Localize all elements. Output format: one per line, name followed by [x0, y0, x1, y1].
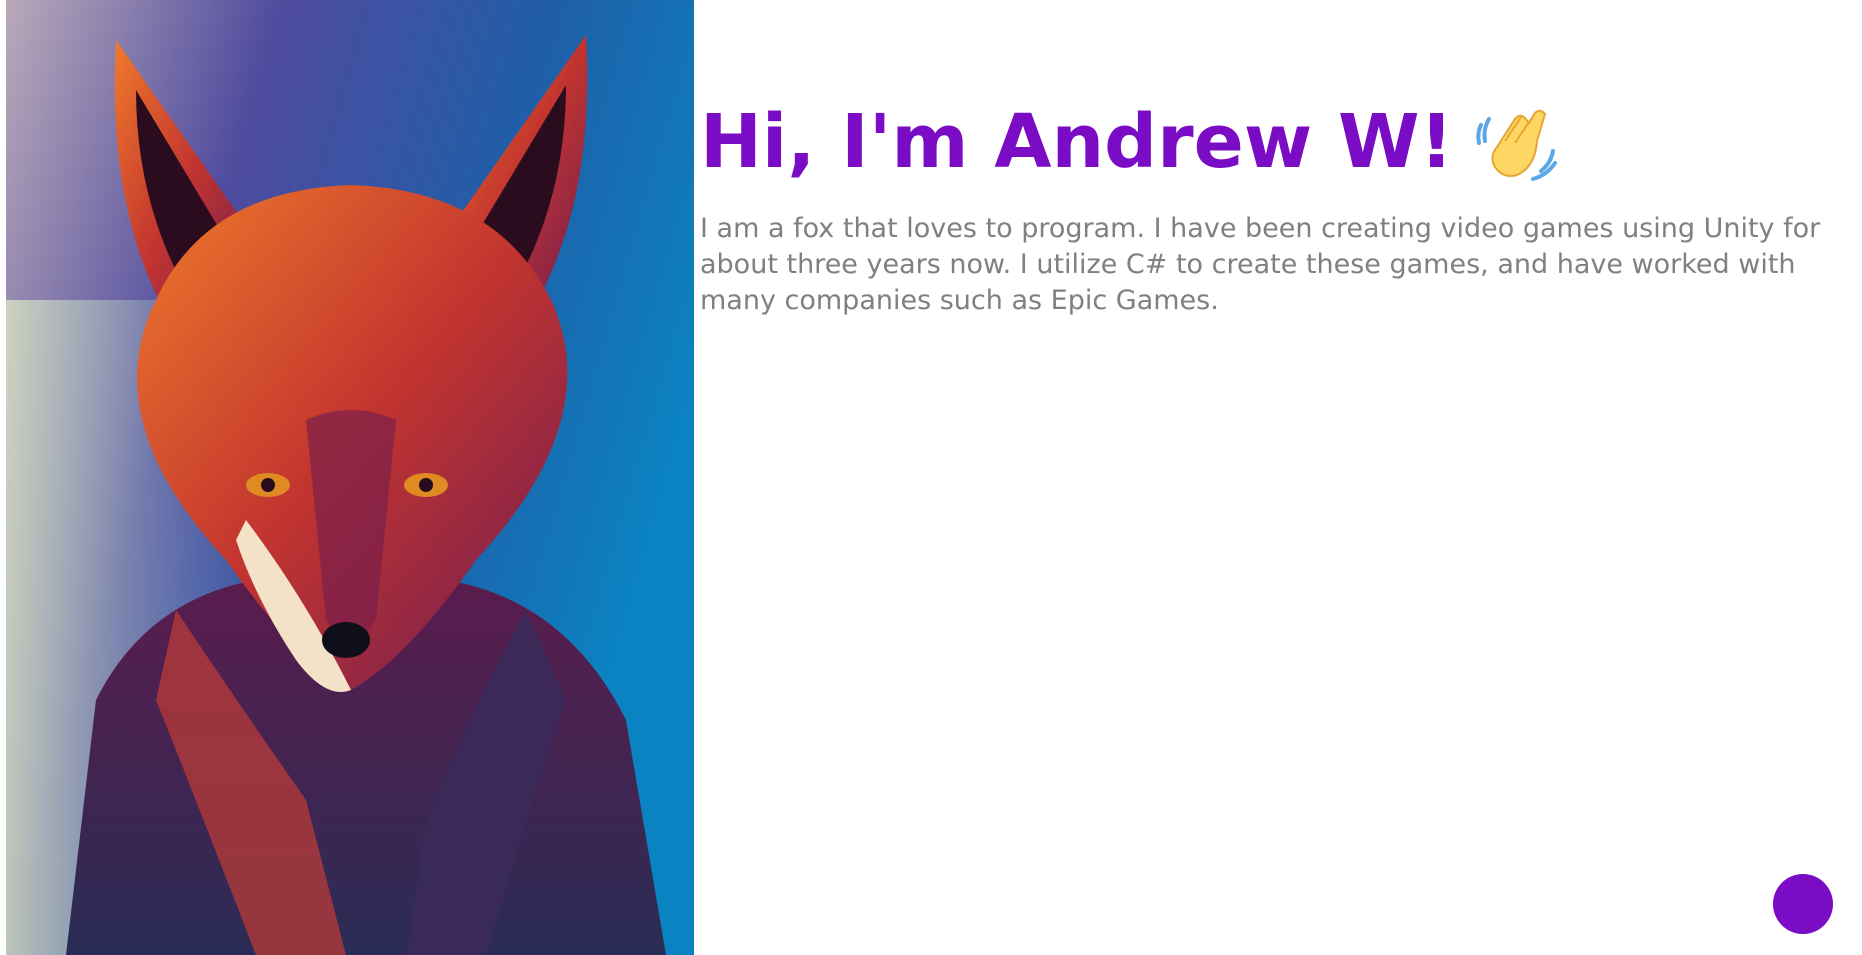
- floating-action-button[interactable]: [1773, 874, 1833, 934]
- waving-hand-icon: [1475, 101, 1559, 185]
- intro-section: Hi, I'm Andrew W! I am a fox that loves …: [700, 99, 1862, 319]
- greeting-heading: Hi, I'm Andrew W!: [700, 99, 1454, 185]
- page-title: Hi, I'm Andrew W!: [700, 99, 1862, 185]
- fox-portrait-image: [6, 0, 694, 955]
- bio-text: I am a fox that loves to program. I have…: [700, 213, 1821, 317]
